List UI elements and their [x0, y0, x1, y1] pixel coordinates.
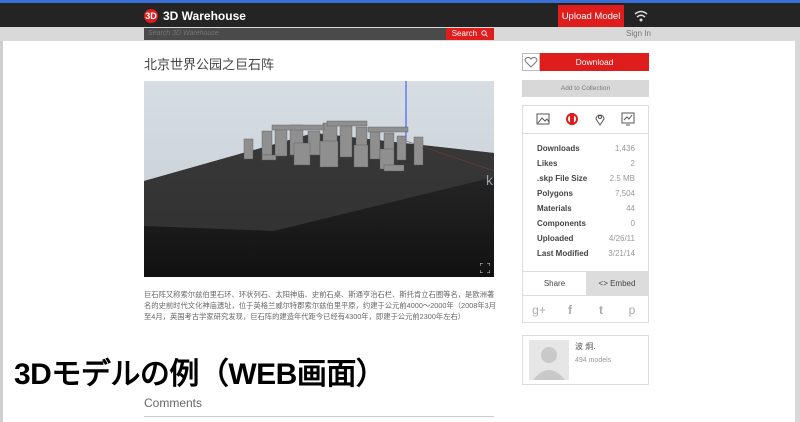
google-plus-icon[interactable]: g+ — [531, 303, 547, 317]
top-navigation-bar: 3D 3D Warehouse Upload Model — [0, 0, 800, 28]
wifi-icon[interactable] — [634, 9, 648, 23]
3d-view-icon[interactable] — [565, 112, 579, 126]
warehouse-logo-icon: 3D — [144, 9, 158, 23]
model-description: 巨石阵又称索尔兹伯里石环、环状列石、太阳神庙、史前石桌、斯通亨治石栏、斯托肯立石… — [144, 290, 496, 321]
facebook-icon[interactable]: f — [562, 303, 578, 317]
share-embed-tabs: Share <> Embed — [523, 271, 648, 296]
user-silhouette-icon — [533, 347, 565, 380]
search-button[interactable]: Search — [446, 28, 494, 40]
sign-in-link[interactable]: Sign In — [626, 29, 651, 38]
stat-value: 7,504 — [614, 189, 635, 198]
stat-value: 2.5 MB — [609, 174, 635, 183]
stat-row: Materials 44 — [537, 203, 635, 215]
tab-share[interactable]: Share — [523, 272, 586, 295]
stat-row: Likes 2 — [537, 158, 635, 170]
download-button[interactable]: Download — [540, 53, 649, 71]
stat-label: Uploaded — [537, 234, 574, 243]
location-pin-icon[interactable] — [593, 112, 607, 126]
view-mode-icon-row — [523, 106, 648, 134]
search-button-label: Search — [451, 29, 478, 38]
window-edge-left — [0, 0, 3, 422]
page-title: 北京世界公园之巨石阵 — [144, 57, 275, 72]
stat-value: 0 — [630, 219, 635, 228]
stat-row: Polygons 7,504 — [537, 188, 635, 200]
image-icon[interactable] — [536, 112, 550, 126]
stat-label: Last Modified — [537, 249, 589, 258]
stat-value: 2 — [630, 159, 635, 168]
add-to-collection-button[interactable]: Add to Collection — [522, 80, 649, 97]
author-model-count: 494 models — [575, 357, 612, 364]
author-name[interactable]: 波 炯. — [575, 341, 595, 352]
stat-label: Downloads — [537, 144, 580, 153]
window-edge-right — [795, 0, 800, 422]
stat-label: .skp File Size — [537, 174, 588, 183]
like-button[interactable] — [522, 53, 540, 71]
stat-value: 1,436 — [614, 144, 635, 153]
stat-row: Last Modified 3/21/14 — [537, 248, 635, 260]
comments-divider — [144, 416, 494, 417]
stat-row: Downloads 1,436 — [537, 143, 635, 155]
pinterest-icon[interactable]: p — [624, 303, 640, 317]
stat-row: .skp File Size 2.5 MB — [537, 173, 635, 185]
twitter-icon[interactable]: t — [593, 303, 609, 317]
search-input[interactable] — [144, 28, 446, 40]
heart-icon — [524, 56, 538, 68]
stat-value: 3/21/14 — [608, 249, 635, 258]
avatar[interactable] — [529, 340, 569, 380]
logo-text: 3D Warehouse — [163, 9, 246, 23]
model-3d-viewer[interactable]: k — [144, 81, 494, 277]
model-preview-render: k — [144, 81, 494, 277]
stat-row: Components 0 — [537, 218, 635, 230]
tab-embed[interactable]: <> Embed — [586, 272, 648, 295]
stat-label: Polygons — [537, 189, 574, 198]
fullscreen-icon[interactable] — [480, 263, 490, 273]
stat-value: 44 — [626, 204, 635, 213]
analytics-chart-icon[interactable] — [621, 112, 635, 126]
svg-text:k: k — [486, 172, 494, 188]
author-card[interactable]: 波 炯. 494 models — [522, 335, 649, 385]
site-logo[interactable]: 3D 3D Warehouse — [144, 8, 246, 24]
model-stats-card: Downloads 1,436 Likes 2 .skp File Size 2… — [522, 105, 649, 323]
stat-value: 4/26/11 — [608, 234, 635, 243]
stat-row: Uploaded 4/26/11 — [537, 233, 635, 245]
stat-label: Components — [537, 219, 586, 228]
upload-model-button[interactable]: Upload Model — [558, 5, 624, 28]
stat-label: Likes — [537, 159, 558, 168]
overlay-caption: 3Dモデルの例（WEB画面） — [14, 358, 386, 391]
comments-heading: Comments — [144, 396, 203, 410]
search-icon — [481, 30, 489, 37]
stat-label: Materials — [537, 204, 572, 213]
